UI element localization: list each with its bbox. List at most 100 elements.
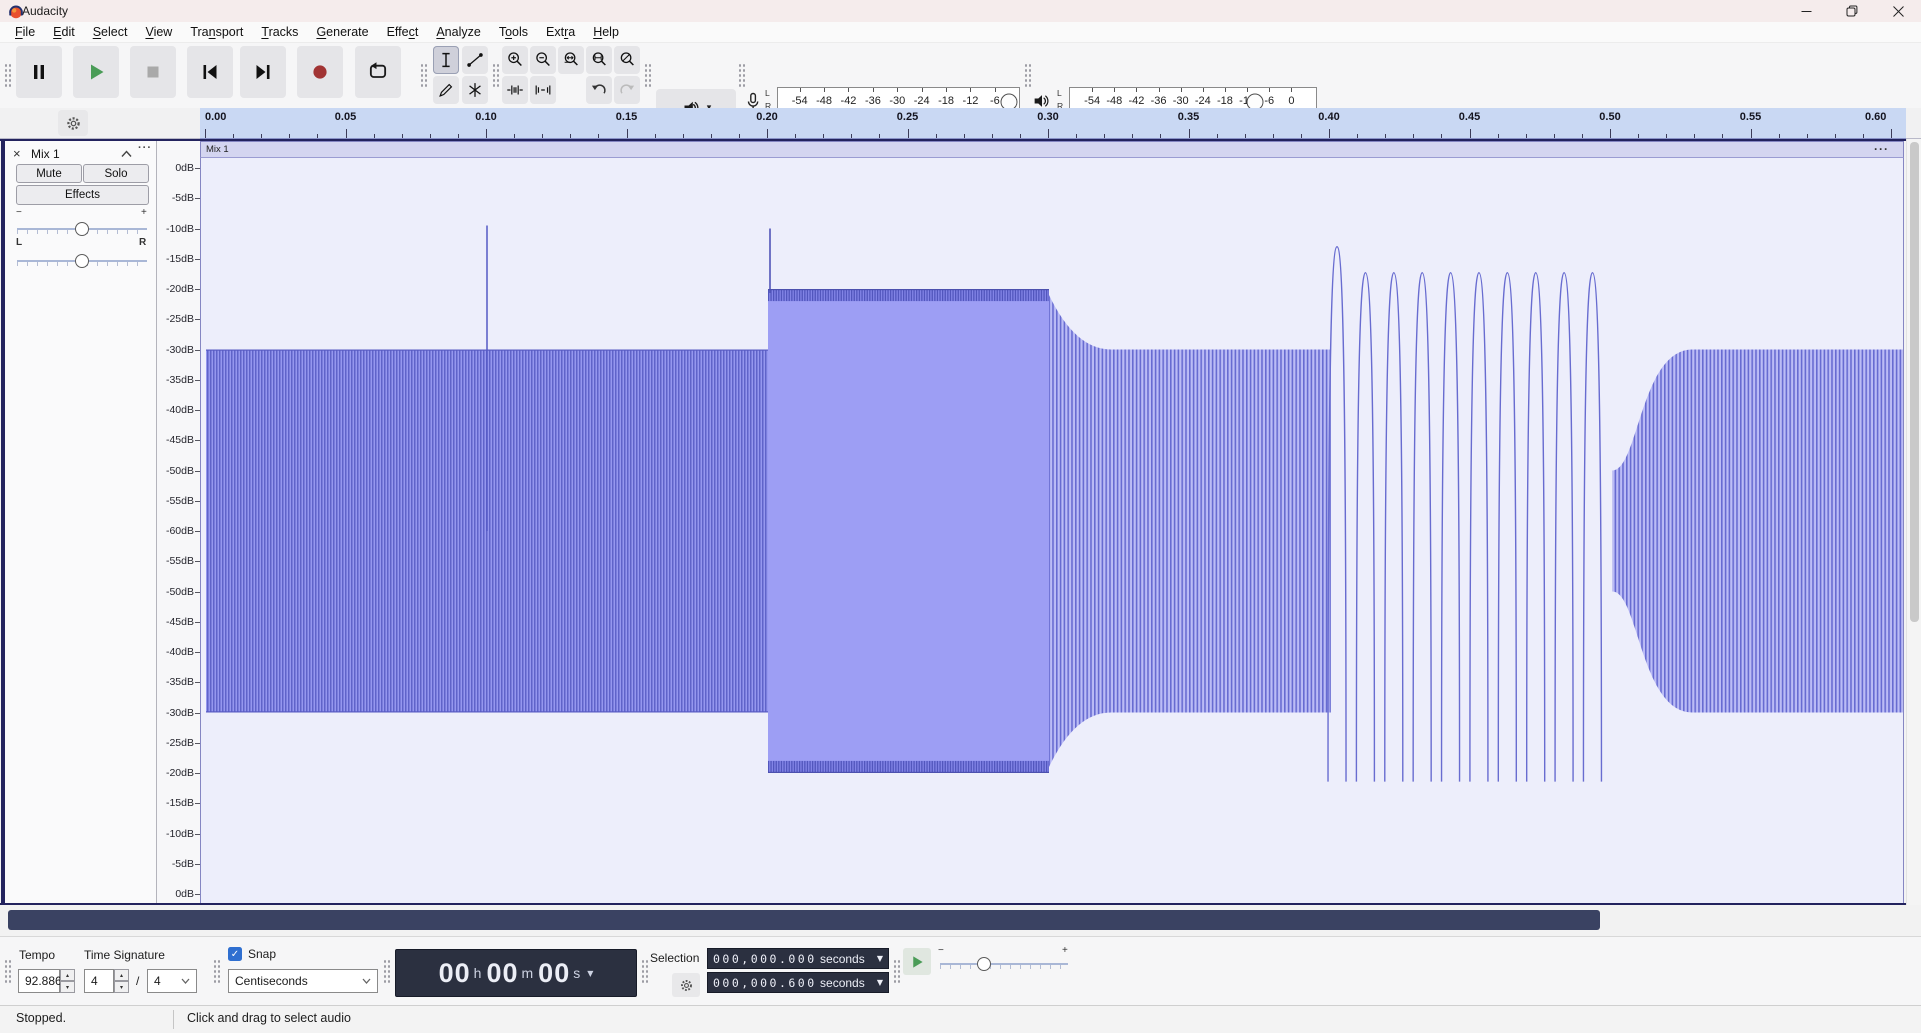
track-title[interactable]: Mix 1 xyxy=(31,147,60,161)
tempo-input[interactable]: 92.886 xyxy=(18,969,60,993)
audio-setup-grip[interactable] xyxy=(644,62,651,88)
track-menu-dots[interactable]: ··· xyxy=(138,142,152,154)
play-button[interactable] xyxy=(73,46,119,98)
envelope-tool-button[interactable] xyxy=(462,46,488,74)
menu-file[interactable]: File xyxy=(6,23,44,41)
menu-tracks[interactable]: Tracks xyxy=(252,23,307,41)
play-at-speed-button[interactable] xyxy=(903,948,931,975)
time-display-caret-icon[interactable]: ▼ xyxy=(587,969,593,978)
play-at-speed-icon xyxy=(908,953,926,971)
time-sig-spinner[interactable]: ▴▾ xyxy=(114,969,129,993)
time-sig-upper-input[interactable]: 4 xyxy=(84,969,114,993)
pause-button[interactable] xyxy=(16,46,62,98)
menu-tools[interactable]: Tools xyxy=(490,23,537,41)
selection-options-button[interactable] xyxy=(672,973,700,997)
time-digit-group[interactable]: 00 xyxy=(538,958,570,989)
multi-tool-button[interactable] xyxy=(462,76,488,104)
meter-number: -54 xyxy=(792,95,808,107)
tempo-spinner[interactable]: ▴▾ xyxy=(60,969,75,993)
maximize-button[interactable] xyxy=(1829,0,1875,22)
clip-header[interactable]: Mix 1 ··· xyxy=(200,141,1904,158)
menu-help[interactable]: Help xyxy=(584,23,628,41)
minimize-button[interactable] xyxy=(1783,0,1829,22)
time-digit-group[interactable]: 00 xyxy=(486,958,518,989)
menu-select[interactable]: Select xyxy=(84,23,137,41)
play-meter-grip[interactable] xyxy=(1024,62,1031,88)
gain-slider-thumb[interactable] xyxy=(75,222,89,236)
snap-mode-select[interactable]: Centiseconds xyxy=(228,969,378,993)
db-label: -15dB xyxy=(166,253,194,265)
title-bar: Audacity xyxy=(0,0,1921,22)
silence-audio-button[interactable] xyxy=(530,76,556,104)
tools-toolbar-grip[interactable] xyxy=(420,62,427,88)
play-at-speed-grip[interactable] xyxy=(893,958,900,984)
waveform-canvas[interactable] xyxy=(200,158,1904,903)
vertical-scrollbar-thumb[interactable] xyxy=(1910,142,1919,622)
menu-effect[interactable]: Effect xyxy=(378,23,428,41)
draw-tool-button[interactable] xyxy=(433,76,459,104)
window-title: Audacity xyxy=(22,4,68,18)
db-label: -45dB xyxy=(166,616,194,628)
zoom-out-button[interactable] xyxy=(530,46,556,74)
mute-button[interactable]: Mute xyxy=(16,164,82,183)
menu-edit[interactable]: Edit xyxy=(44,23,84,41)
menu-extra[interactable]: Extra xyxy=(537,23,584,41)
timeline-tick xyxy=(374,134,375,138)
audio-clip[interactable]: Mix 1 ··· xyxy=(200,139,1906,905)
zoom-toggle-icon xyxy=(617,50,637,70)
fit-project-button[interactable] xyxy=(586,46,612,74)
effects-button[interactable]: Effects xyxy=(16,185,149,205)
redo-button[interactable] xyxy=(614,76,640,104)
menu-analyze[interactable]: Analyze xyxy=(427,23,489,41)
snap-checkbox[interactable]: ✓ xyxy=(228,947,242,961)
audacity-window: Audacity FileEditSelectViewTransportTrac… xyxy=(0,0,1921,1033)
db-vertical-ruler[interactable]: 0dB-5dB-10dB-15dB-20dB-25dB-30dB-35dB-40… xyxy=(157,141,200,903)
snap-toolbar-grip[interactable] xyxy=(213,958,220,984)
db-label: -5dB xyxy=(172,858,194,870)
horizontal-scrollbar[interactable] xyxy=(0,905,1921,936)
timeline-tick xyxy=(823,134,824,138)
time-display[interactable]: 00h00m00s▼ xyxy=(395,949,637,997)
selection-start-value: 000,000.000 xyxy=(713,952,817,966)
clip-menu-dots[interactable]: ··· xyxy=(1874,142,1889,156)
stop-button[interactable] xyxy=(130,46,176,98)
record-meter-grip[interactable] xyxy=(738,62,745,88)
loop-button[interactable] xyxy=(355,46,401,98)
time-sig-lower-select[interactable]: 4 xyxy=(147,969,197,993)
time-toolbar-grip[interactable] xyxy=(4,958,11,984)
selection-end-field[interactable]: 000,000.600 seconds ▼ xyxy=(707,972,889,993)
timeline-tick xyxy=(1470,129,1471,138)
track-control-panel[interactable]: × Mix 1 ··· Mute Solo Effects − + L R xyxy=(5,141,157,903)
selection-start-field[interactable]: 000,000.000 seconds ▼ xyxy=(707,948,889,969)
timeline-ruler[interactable]: 0.000.050.100.150.200.250.300.350.400.45… xyxy=(200,108,1906,139)
menu-view[interactable]: View xyxy=(136,23,181,41)
time-digit-group[interactable]: 00 xyxy=(439,958,471,989)
skip-to-end-button[interactable] xyxy=(240,46,286,98)
menu-generate[interactable]: Generate xyxy=(307,23,377,41)
time-display-grip[interactable] xyxy=(383,958,390,984)
fit-selection-button[interactable] xyxy=(558,46,584,74)
close-button[interactable] xyxy=(1875,0,1921,22)
edit-toolbar-grip[interactable] xyxy=(492,62,499,88)
undo-button[interactable] xyxy=(586,76,612,104)
zoom-in-button[interactable] xyxy=(502,46,528,74)
track-close-icon[interactable]: × xyxy=(13,146,21,161)
dropdown-triangle-icon[interactable]: ▼ xyxy=(877,954,883,963)
selection-toolbar-grip[interactable] xyxy=(641,958,648,984)
speed-slider-thumb[interactable] xyxy=(977,957,991,971)
transport-toolbar-grip[interactable] xyxy=(4,62,11,88)
timeline-options-button[interactable] xyxy=(58,110,88,136)
collapse-chevron-icon[interactable] xyxy=(121,150,132,158)
db-label: -45dB xyxy=(166,434,194,446)
menu-transport[interactable]: Transport xyxy=(181,23,252,41)
pan-slider-thumb[interactable] xyxy=(75,254,89,268)
dropdown-triangle-icon[interactable]: ▼ xyxy=(877,978,883,987)
skip-to-start-button[interactable] xyxy=(187,46,233,98)
trim-audio-button[interactable] xyxy=(502,76,528,104)
vertical-scrollbar[interactable] xyxy=(1906,139,1921,905)
record-button[interactable] xyxy=(297,46,343,98)
selection-tool-button[interactable] xyxy=(433,46,459,74)
solo-button[interactable]: Solo xyxy=(83,164,149,183)
zoom-toggle-button[interactable] xyxy=(614,46,640,74)
horizontal-scrollbar-thumb[interactable] xyxy=(8,910,1600,930)
